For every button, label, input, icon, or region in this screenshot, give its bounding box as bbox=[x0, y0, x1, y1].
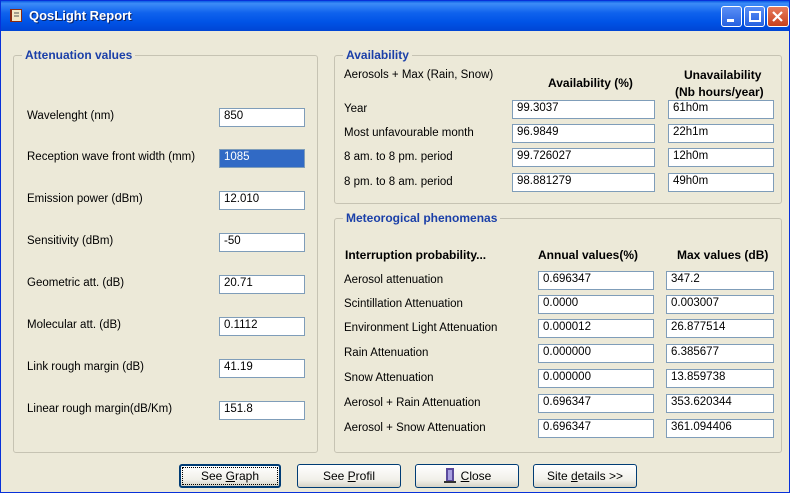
unavailability-field[interactable]: 22h1m bbox=[668, 124, 774, 143]
meteo-row-label: Snow Attenuation bbox=[344, 372, 434, 384]
annual-value-field[interactable]: 0.000000 bbox=[538, 344, 654, 363]
attenuation-value-field[interactable]: 20.71 bbox=[219, 275, 305, 294]
attenuation-label: Geometric att. (dB) bbox=[27, 277, 125, 289]
availability-field[interactable]: 99.726027 bbox=[512, 148, 655, 167]
minimize-icon bbox=[727, 19, 734, 22]
meteo-row-label: Rain Attenuation bbox=[344, 347, 429, 359]
title-bar[interactable]: QosLight Report bbox=[1, 1, 789, 31]
attenuation-group-title: Attenuation values bbox=[22, 48, 136, 62]
meteo-row-label: Aerosol + Rain Attenuation bbox=[344, 397, 481, 409]
attenuation-label: Linear rough margin(dB/Km) bbox=[27, 403, 173, 415]
availability-group-title: Availability bbox=[343, 48, 412, 62]
attenuation-label: Wavelenght (nm) bbox=[27, 110, 115, 122]
max-value-field[interactable]: 6.385677 bbox=[666, 344, 774, 363]
availability-row-label: Year bbox=[344, 103, 368, 115]
availability-field[interactable]: 98.881279 bbox=[512, 173, 655, 192]
meteo-row-label: Aerosol + Snow Attenuation bbox=[344, 422, 486, 434]
site-details-button[interactable]: Site details >> bbox=[533, 464, 637, 488]
maximize-icon bbox=[749, 11, 761, 22]
max-value-field[interactable]: 353.620344 bbox=[666, 394, 774, 413]
annual-value-field[interactable]: 0.696347 bbox=[538, 419, 654, 438]
annual-value-field[interactable]: 0.696347 bbox=[538, 271, 654, 290]
attenuation-value-field[interactable]: 12.010 bbox=[219, 191, 305, 210]
meteo-group-title: Meteorogical phenomenas bbox=[343, 211, 501, 225]
see-graph-button[interactable]: See Graph bbox=[179, 464, 281, 488]
report-window: QosLight Report Attenuation values Avail… bbox=[0, 0, 790, 493]
annual-values-header: Annual values(%) bbox=[538, 248, 639, 262]
attenuation-value-field[interactable]: 850 bbox=[219, 108, 305, 127]
annual-value-field[interactable]: 0.000012 bbox=[538, 319, 654, 338]
unavailability-field[interactable]: 12h0m bbox=[668, 148, 774, 167]
meteo-row-label: Scintillation Attenuation bbox=[344, 298, 463, 310]
report-book-icon bbox=[10, 9, 22, 22]
attenuation-value-field[interactable]: 0.1112 bbox=[219, 317, 305, 336]
attenuation-value-field[interactable]: 1085 bbox=[219, 149, 305, 168]
annual-value-field[interactable]: 0.696347 bbox=[538, 394, 654, 413]
attenuation-label: Link rough margin (dB) bbox=[27, 361, 144, 373]
availability-subtitle: Aerosols + Max (Rain, Snow) bbox=[344, 69, 494, 81]
attenuation-label: Sensitivity (dBm) bbox=[27, 235, 114, 247]
max-value-field[interactable]: 13.859738 bbox=[666, 369, 774, 388]
meteo-row-label: Aerosol attenuation bbox=[344, 274, 444, 286]
availability-field[interactable]: 99.3037 bbox=[512, 100, 655, 119]
minimize-button[interactable] bbox=[721, 6, 742, 27]
availability-row-label: 8 am. to 8 pm. period bbox=[344, 151, 453, 163]
maximize-button[interactable] bbox=[744, 6, 765, 27]
annual-value-field[interactable]: 0.000000 bbox=[538, 369, 654, 388]
max-values-header: Max values (dB) bbox=[677, 248, 769, 262]
max-value-field[interactable]: 361.094406 bbox=[666, 419, 774, 438]
see-profil-button[interactable]: See Profil bbox=[297, 464, 401, 488]
attenuation-value-field[interactable]: 41.19 bbox=[219, 359, 305, 378]
meteo-row-label: Environment Light Attenuation bbox=[344, 322, 498, 334]
availability-field[interactable]: 96.9849 bbox=[512, 124, 655, 143]
unavailability-field[interactable]: 61h0m bbox=[668, 100, 774, 119]
door-exit-icon bbox=[443, 468, 456, 483]
close-icon bbox=[772, 11, 783, 22]
annual-value-field[interactable]: 0.0000 bbox=[538, 295, 654, 314]
meteo-label-header: Interruption probability... bbox=[345, 248, 487, 262]
attenuation-label: Emission power (dBm) bbox=[27, 193, 143, 205]
close-window-button[interactable] bbox=[767, 6, 789, 27]
unavailability-units-header: (Nb hours/year) bbox=[675, 85, 764, 99]
unavailability-column-header: Unavailability bbox=[684, 68, 762, 82]
attenuation-label: Molecular att. (dB) bbox=[27, 319, 121, 331]
max-value-field[interactable]: 347.2 bbox=[666, 271, 774, 290]
attenuation-label: Reception wave front width (mm) bbox=[27, 151, 196, 163]
attenuation-value-field[interactable]: 151.8 bbox=[219, 401, 305, 420]
attenuation-value-field[interactable]: -50 bbox=[219, 233, 305, 252]
close-button[interactable]: Close bbox=[415, 464, 519, 488]
unavailability-field[interactable]: 49h0m bbox=[668, 173, 774, 192]
availability-row-label: 8 pm. to 8 am. period bbox=[344, 176, 453, 188]
window-title: QosLight Report bbox=[29, 8, 132, 23]
availability-column-header: Availability (%) bbox=[548, 76, 633, 90]
max-value-field[interactable]: 0.003007 bbox=[666, 295, 774, 314]
availability-row-label: Most unfavourable month bbox=[344, 127, 474, 139]
max-value-field[interactable]: 26.877514 bbox=[666, 319, 774, 338]
